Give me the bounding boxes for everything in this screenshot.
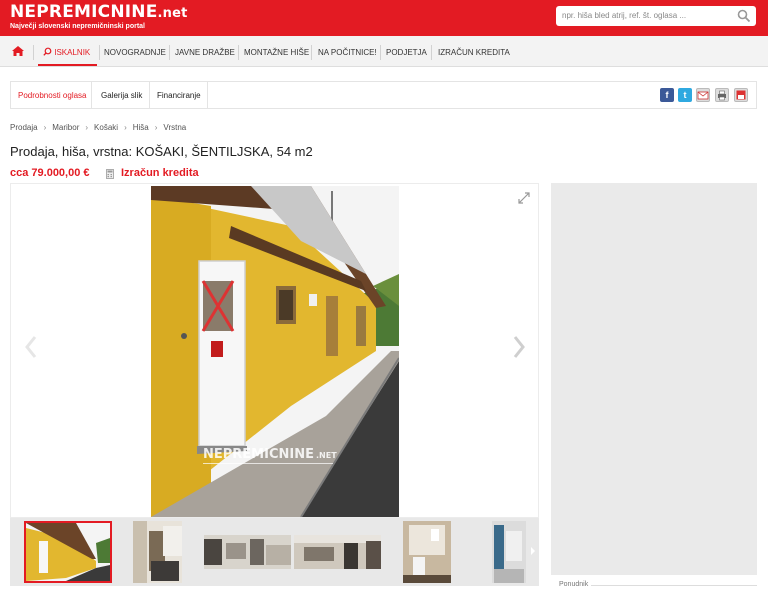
page-title: Prodaja, hiša, vrstna: KOŠAKI, ŠENTILJSK… [10, 144, 313, 159]
tab-financiranje[interactable]: Financiranje [157, 82, 201, 108]
printer-glyph [718, 90, 726, 101]
thumbnail-strip [10, 518, 539, 586]
facebook-icon[interactable]: f [660, 88, 674, 102]
svg-text:.NET: .NET [316, 451, 337, 460]
thumbnail-1-image [26, 523, 110, 581]
thumbnail-2-image [133, 521, 182, 583]
breadcrumb-chevron-icon: › [43, 123, 47, 132]
breadcrumb-item-kosaki[interactable]: Košaki [94, 123, 118, 132]
tab-podrobnosti-oglasa[interactable]: Podrobnosti oglasa [18, 82, 87, 108]
breadcrumb-item-hisa[interactable]: Hiša [133, 123, 149, 132]
thumbnail-5[interactable] [403, 521, 451, 583]
divider [591, 585, 757, 586]
main-nav: ISKALNIK NOVOGRADNJE JAVNE DRAŽBE MONTAŽ… [0, 36, 768, 67]
thumbnail-2[interactable] [133, 521, 182, 583]
nav-montazne-hise[interactable]: MONTAŽNE HIŠE [244, 36, 309, 66]
twitter-icon[interactable]: t [678, 88, 692, 102]
search-input[interactable]: npr. hiša bled atrij, ref. št. oglasa ..… [556, 6, 756, 26]
email-icon[interactable] [696, 88, 710, 102]
envelope-glyph [697, 91, 709, 100]
nav-izracun-kredita[interactable]: IZRAČUN KREDITA [438, 36, 510, 66]
ponudnik-label: Ponudnik [559, 581, 589, 588]
listing-price: cca 79.000,00 € [10, 167, 90, 179]
nav-podjetja[interactable]: PODJETJA [386, 36, 427, 66]
gallery-next-arrow-icon[interactable] [511, 334, 527, 360]
save-icon[interactable] [734, 88, 748, 102]
main-photo[interactable]: NEPREMICNINE .NET [151, 186, 399, 517]
logo-suffix-text: .net [157, 6, 188, 21]
breadcrumb-chevron-icon: › [85, 123, 89, 132]
thumbnails-next-icon[interactable] [530, 547, 536, 555]
nav-novogradnje[interactable]: NOVOGRADNJE [104, 36, 166, 66]
thumbnail-6-image [492, 521, 526, 583]
loan-calculator-link[interactable]: Izračun kredita [121, 167, 199, 179]
search-icon[interactable] [737, 9, 751, 23]
breadcrumb-item-prodaja[interactable]: Prodaja [10, 123, 38, 132]
home-icon[interactable] [11, 45, 25, 57]
logo-tagline: Največji slovenski nepremičninski portal [10, 23, 145, 30]
breadcrumb: Prodaja › Maribor › Košaki › Hiša › Vrstna [10, 123, 186, 132]
sidebar-ad-panel [551, 183, 757, 575]
thumbnail-4-image [294, 535, 381, 569]
nav-na-pocitnice[interactable]: NA POČITNICE! [318, 36, 377, 66]
magnifier-icon [43, 47, 52, 56]
breadcrumb-chevron-icon: › [154, 123, 158, 132]
search-placeholder: npr. hiša bled atrij, ref. št. oglasa ..… [562, 11, 687, 20]
thumbnail-4[interactable] [294, 535, 381, 569]
calculator-icon [106, 169, 114, 179]
tab-galerija-slik[interactable]: Galerija slik [101, 82, 142, 108]
gallery-prev-arrow-icon[interactable] [23, 334, 39, 360]
ponudnik-section: Ponudnik [551, 580, 757, 592]
thumbnail-5-image [403, 521, 451, 583]
logo-main-text: NEPREMICNINE [10, 2, 158, 22]
top-header: NEPREMICNINE.net Največji slovenski nepr… [0, 0, 768, 36]
thumbnail-6[interactable] [492, 521, 526, 583]
breadcrumb-chevron-icon: › [124, 123, 127, 132]
save-glyph [736, 90, 746, 100]
house-photo-image: NEPREMICNINE .NET [151, 186, 399, 517]
site-logo[interactable]: NEPREMICNINE.net Največji slovenski nepr… [10, 4, 188, 31]
nav-iskalnik[interactable]: ISKALNIK [38, 36, 97, 66]
thumbnail-3-image [204, 535, 291, 569]
breadcrumb-item-maribor[interactable]: Maribor [52, 123, 79, 132]
thumbnail-3[interactable] [204, 535, 291, 569]
photo-gallery: NEPREMICNINE .NET [10, 183, 539, 518]
listing-tabs: Podrobnosti oglasa Galerija slik Financi… [10, 81, 757, 109]
breadcrumb-item-vrstna[interactable]: Vrstna [163, 123, 186, 132]
nav-iskalnik-label: ISKALNIK [54, 48, 91, 57]
nav-javne-drazbe[interactable]: JAVNE DRAŽBE [175, 36, 235, 66]
expand-icon[interactable] [518, 192, 530, 204]
thumbnail-1[interactable] [24, 521, 112, 583]
svg-text:NEPREMICNINE: NEPREMICNINE [203, 447, 314, 462]
print-icon[interactable] [715, 88, 729, 102]
